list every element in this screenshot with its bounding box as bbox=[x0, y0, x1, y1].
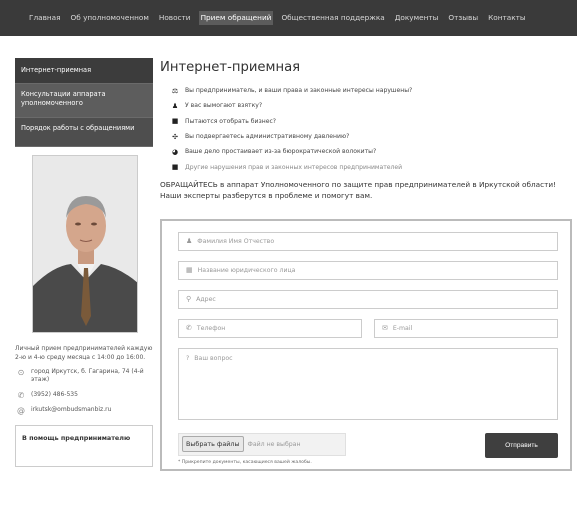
nav-public-support[interactable]: Общественная поддержка bbox=[279, 11, 386, 25]
page-title: Интернет-приемная bbox=[160, 60, 301, 75]
sidebar: Интернет-приемная Консультации аппарата … bbox=[15, 58, 153, 467]
list-item: ◕ Ваше дело простаивает из-за бюрократич… bbox=[171, 147, 377, 156]
phone-icon: ✆ bbox=[186, 324, 192, 333]
user-icon: ♟ bbox=[186, 237, 193, 246]
form-actions: Выбрать файлы Файл не выбран * Прикрепит… bbox=[178, 432, 558, 465]
envelope-icon: ✉ bbox=[382, 324, 388, 333]
question-field[interactable]: ? Ваш вопрос bbox=[178, 347, 558, 420]
sidebar-item-appeal-procedure[interactable]: Порядок работы с обращениями bbox=[15, 118, 153, 147]
location-pin-icon: ⊙ bbox=[17, 368, 25, 378]
sidebar-item-internet-reception[interactable]: Интернет-приемная bbox=[15, 58, 153, 84]
phone-field[interactable]: ✆ Телефон bbox=[178, 318, 362, 338]
sidebar-item-consultations[interactable]: Консультации аппарата уполномоченного bbox=[15, 84, 153, 118]
nav-reviews[interactable]: Отзывы bbox=[446, 11, 480, 25]
sidebar-menu: Интернет-приемная Консультации аппарата … bbox=[15, 58, 153, 147]
file-picker: Выбрать файлы Файл не выбран bbox=[178, 432, 346, 456]
contact-phone: ✆ (3952) 486-535 bbox=[15, 391, 153, 400]
list-item: ⚖ Вы предприниматель, и ваши права и зак… bbox=[171, 86, 413, 95]
help-title: В помощь предпринимателю bbox=[22, 433, 131, 442]
top-navigation: Главная Об уполномоченном Новости Прием … bbox=[0, 0, 577, 36]
reception-hours: Личный прием предпринимателей каждую 2-ю… bbox=[15, 345, 153, 361]
issues-list: ⚖ Вы предприниматель, и ваши права и зак… bbox=[170, 83, 564, 175]
list-item: ■ Пытаются отобрать бизнес? bbox=[171, 117, 277, 126]
address-field[interactable]: ⚲ Адрес bbox=[178, 289, 558, 309]
money-bag-icon: ♟ bbox=[171, 101, 179, 110]
choose-files-button[interactable]: Выбрать файлы bbox=[182, 436, 244, 453]
contact-email: @ irkutsk@ombudsmanbiz.ru bbox=[15, 406, 153, 415]
location-pin-icon: ⚲ bbox=[186, 295, 192, 304]
main-content: Интернет-приемная ⚖ Вы предприниматель, … bbox=[160, 60, 572, 471]
nav-contacts[interactable]: Контакты bbox=[486, 11, 528, 25]
question-icon: ? bbox=[186, 354, 190, 362]
file-status: Файл не выбран bbox=[247, 440, 301, 448]
list-item: ♟ У вас вымогают взятку? bbox=[171, 101, 263, 110]
phone-text: (3952) 486-535 bbox=[31, 390, 78, 398]
clock-icon: ◕ bbox=[171, 147, 179, 156]
email-text[interactable]: irkutsk@ombudsmanbiz.ru bbox=[31, 406, 111, 414]
company-field[interactable]: ▦ Название юридического лица bbox=[178, 260, 558, 280]
gavel-icon: ⚖ bbox=[171, 86, 179, 95]
email-field[interactable]: ✉ E-mail bbox=[374, 318, 558, 338]
list-item: ✣ Вы подвергаетесь административному дав… bbox=[170, 129, 564, 144]
ombudsman-photo bbox=[32, 155, 138, 333]
nav-home[interactable]: Главная bbox=[27, 11, 63, 25]
file-note: * Прикрепите документы, касающиеся вашей… bbox=[178, 459, 312, 465]
submit-button[interactable]: Отправить bbox=[485, 432, 558, 458]
nav-appeals[interactable]: Прием обращений bbox=[198, 11, 274, 25]
contact-address: ⊙ город Иркутск, б. Гагарина, 74 (4-й эт… bbox=[15, 368, 153, 384]
name-field[interactable]: ♟ Фамилия Имя Отчество bbox=[178, 231, 558, 251]
nav-about[interactable]: Об уполномоченном bbox=[69, 11, 151, 25]
nav-news[interactable]: Новости bbox=[157, 11, 193, 25]
appeal-form: ♟ Фамилия Имя Отчество ▦ Название юридич… bbox=[160, 218, 572, 471]
address-text: город Иркутск, б. Гагарина, 74 (4-й этаж… bbox=[31, 368, 144, 384]
nav-documents[interactable]: Документы bbox=[393, 11, 441, 25]
list-item: ■ Другие нарушения прав и законных интер… bbox=[171, 163, 403, 172]
intro-text: ОБРАЩАЙТЕСЬ в аппарат Уполномоченного по… bbox=[160, 179, 557, 200]
balance-icon: ✣ bbox=[172, 132, 178, 141]
help-box: В помощь предпринимателю bbox=[15, 424, 153, 467]
phone-icon: ✆ bbox=[17, 390, 25, 400]
document-icon: ■ bbox=[171, 163, 179, 172]
at-icon: @ bbox=[17, 405, 25, 415]
file-upload: Выбрать файлы Файл не выбран * Прикрепит… bbox=[178, 432, 346, 465]
contact-row: ✆ Телефон ✉ E-mail bbox=[178, 318, 560, 338]
briefcase-icon: ■ bbox=[171, 117, 179, 126]
building-icon: ▦ bbox=[186, 266, 193, 275]
